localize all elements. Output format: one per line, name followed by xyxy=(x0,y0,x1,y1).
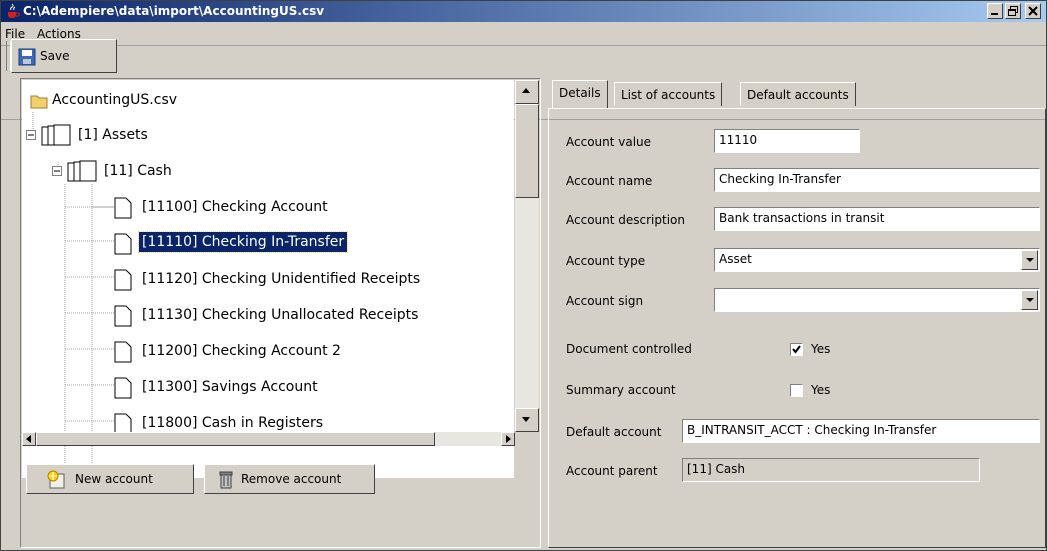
new-account-icon xyxy=(47,470,65,489)
collapse-icon xyxy=(52,166,62,176)
tree-leaf-label: [11300] Savings Account xyxy=(142,379,318,395)
default-account-field[interactable]: B_INTRANSIT_ACCT : Checking In-Transfer xyxy=(682,419,1040,443)
tab-details[interactable]: Details xyxy=(552,80,608,108)
document-icon xyxy=(114,269,132,291)
window-title: C:\Adempiere\data\import\AccountingUS.cs… xyxy=(23,4,325,18)
tree-vertical-scrollbar[interactable] xyxy=(515,80,539,432)
document-icon xyxy=(114,341,132,363)
remove-account-button[interactable]: Remove account xyxy=(204,464,375,494)
account-name-label: Account name xyxy=(566,174,653,188)
account-parent-label: Account parent xyxy=(566,464,658,478)
scroll-up-button[interactable] xyxy=(515,80,539,104)
minimize-icon xyxy=(991,13,998,15)
details-form: Account value 11110 Account name Checkin… xyxy=(548,108,1046,548)
document-controlled-yes: Yes xyxy=(811,342,831,356)
restore-button[interactable] xyxy=(1005,3,1021,19)
minimize-button[interactable] xyxy=(987,3,1003,19)
account-name-field[interactable]: Checking In-Transfer xyxy=(714,168,1040,192)
arrow-down-icon xyxy=(522,417,530,422)
menu-bar: File Actions xyxy=(1,23,1046,46)
tree-node-label: [1] Assets xyxy=(78,127,148,143)
save-button[interactable]: Save xyxy=(11,39,117,73)
account-description-label: Account description xyxy=(566,213,685,227)
arrow-right-icon xyxy=(506,435,511,443)
account-type-value: Asset xyxy=(719,252,752,266)
default-account-label: Default account xyxy=(566,425,662,439)
collapse-icon xyxy=(26,130,36,140)
account-sign-dropdown-button[interactable] xyxy=(1021,290,1038,310)
tree-leaf-label: [11200] Checking Account 2 xyxy=(142,343,341,359)
title-bar[interactable]: C:\Adempiere\data\import\AccountingUS.cs… xyxy=(1,1,1046,22)
account-tree[interactable]: AccountingUS.csv [1] Assets [11] Cash [1… xyxy=(22,80,514,478)
account-description-field[interactable]: Bank transactions in transit xyxy=(714,207,1040,231)
account-sign-select[interactable] xyxy=(714,288,1040,312)
arrow-left-icon xyxy=(26,435,31,443)
scroll-left-button[interactable] xyxy=(22,432,36,446)
tree-node-label: [11] Cash xyxy=(104,163,172,179)
new-account-label: New account xyxy=(75,472,153,486)
document-controlled-label: Document controlled xyxy=(566,342,692,356)
account-type-dropdown-button[interactable] xyxy=(1021,250,1038,270)
document-stack-icon xyxy=(67,160,97,182)
chevron-down-icon xyxy=(1026,298,1034,302)
tab-bar: Details List of accounts Default account… xyxy=(548,78,1046,109)
account-value-field[interactable]: 11110 xyxy=(714,129,860,153)
tab-list-of-accounts[interactable]: List of accounts xyxy=(614,82,723,106)
tree-leaf-label: [11100] Checking Account xyxy=(142,199,328,215)
account-type-label: Account type xyxy=(566,254,646,268)
account-sign-label: Account sign xyxy=(566,294,644,308)
summary-account-yes: Yes xyxy=(811,383,831,397)
close-icon xyxy=(1028,6,1038,16)
scroll-down-button[interactable] xyxy=(515,408,539,432)
hscroll-thumb[interactable] xyxy=(36,432,435,446)
tab-default-accounts[interactable]: Default accounts xyxy=(740,82,856,106)
tree-leaf-label: [11120] Checking Unidentified Receipts xyxy=(142,271,421,287)
application-window: C:\Adempiere\data\import\AccountingUS.cs… xyxy=(0,0,1047,551)
document-icon xyxy=(114,233,132,255)
document-controlled-checkbox[interactable] xyxy=(790,343,803,356)
arrow-up-icon xyxy=(522,88,530,93)
scroll-right-button[interactable] xyxy=(501,432,515,446)
checkmark-icon xyxy=(792,345,801,354)
floppy-disk-icon xyxy=(18,48,36,66)
document-stack-icon xyxy=(41,124,71,146)
java-coffee-icon xyxy=(8,3,20,18)
summary-account-checkbox[interactable] xyxy=(790,384,803,397)
account-type-select[interactable]: Asset xyxy=(714,248,1040,272)
tree-leaf-label: [11110] Checking In-Transfer xyxy=(137,231,349,253)
restore-icon xyxy=(1008,6,1018,16)
tree-leaf-label: [11800] Cash in Registers xyxy=(142,415,324,431)
account-parent-field: [11] Cash xyxy=(682,458,980,482)
trash-icon xyxy=(219,471,233,489)
chevron-down-icon xyxy=(1026,258,1034,262)
document-icon xyxy=(114,377,132,399)
account-value-label: Account value xyxy=(566,135,652,149)
summary-account-label: Summary account xyxy=(566,383,676,397)
tree-horizontal-scrollbar[interactable] xyxy=(22,432,515,446)
scroll-thumb[interactable] xyxy=(515,104,539,198)
close-button[interactable] xyxy=(1025,3,1041,19)
document-icon xyxy=(114,305,132,327)
save-label: Save xyxy=(40,49,70,63)
tree-leaf-label: [11130] Checking Unallocated Receipts xyxy=(142,307,419,323)
remove-account-label: Remove account xyxy=(241,472,342,486)
new-account-button[interactable]: New account xyxy=(26,464,194,494)
document-icon xyxy=(114,197,132,219)
